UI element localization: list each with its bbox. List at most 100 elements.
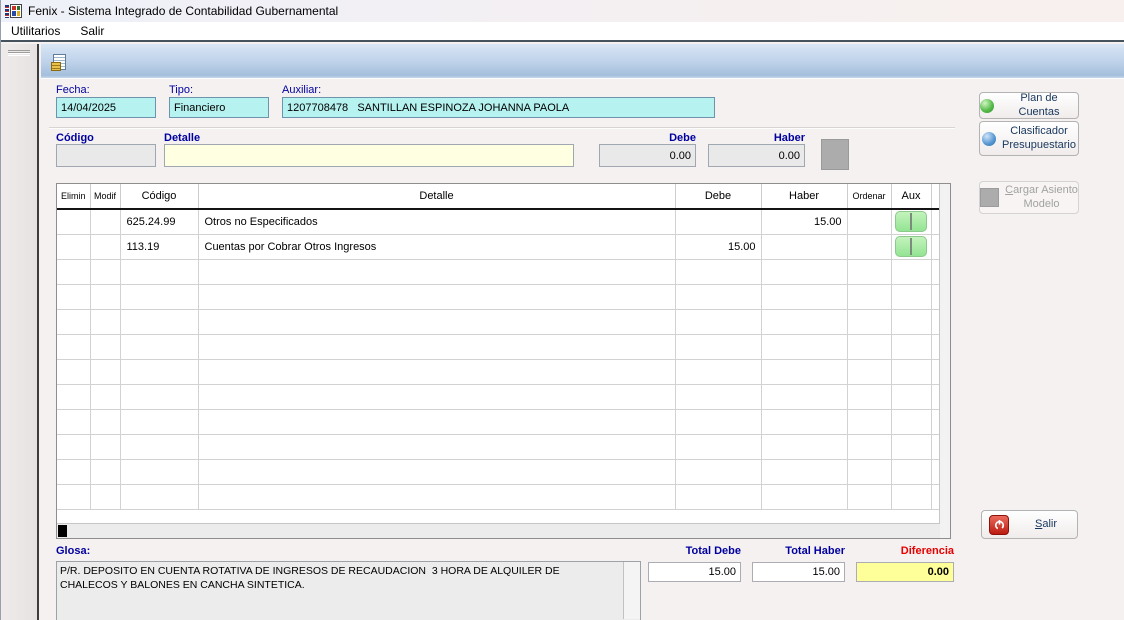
- grid-empty-cell: [931, 259, 939, 284]
- grid-empty-cell: [761, 459, 847, 484]
- cell-codigo[interactable]: 113.19: [120, 234, 198, 259]
- cell-aux: [891, 234, 931, 259]
- tipo-label: Tipo:: [169, 84, 193, 96]
- grid-empty-cell: [847, 309, 891, 334]
- glosa-textarea[interactable]: P/R. DEPOSITO EN CUENTA ROTATIVA DE INGR…: [56, 561, 641, 620]
- grid-empty-cell: [761, 409, 847, 434]
- grid-empty-row: [57, 309, 939, 334]
- green-sphere-icon: [980, 99, 994, 113]
- cell-codigo[interactable]: 625.24.99: [120, 209, 198, 234]
- detalle-input[interactable]: [164, 144, 574, 167]
- grid-empty-cell: [931, 359, 939, 384]
- grid-empty-cell: [931, 459, 939, 484]
- grid-empty-cell: [847, 384, 891, 409]
- aux-button[interactable]: [895, 236, 927, 257]
- grid-empty-row: [57, 384, 939, 409]
- cell-detalle[interactable]: Otros no Especificados: [198, 209, 675, 234]
- cell-debe[interactable]: [675, 209, 761, 234]
- grid-header-row: Elimin Modif Código Detalle Debe Haber O…: [57, 184, 939, 209]
- grid-empty-cell: [57, 259, 90, 284]
- clasificador-presupuestario-button[interactable]: Clasificador Presupuestario: [979, 121, 1079, 156]
- grid-empty-cell: [761, 384, 847, 409]
- grid-empty-cell: [120, 409, 198, 434]
- codigo-input[interactable]: [56, 144, 156, 167]
- grid-header-aux: Aux: [891, 184, 931, 209]
- grid-empty-cell: [57, 434, 90, 459]
- salir-button[interactable]: Salir: [981, 510, 1078, 539]
- toolbar: [41, 44, 1124, 78]
- debe-input[interactable]: [599, 144, 696, 167]
- cargar-asiento-modelo-button[interactable]: Cargar Asiento Modelo: [979, 181, 1079, 214]
- cell-elimin[interactable]: [57, 234, 90, 259]
- cell-haber[interactable]: 15.00: [761, 209, 847, 234]
- grid-row: 625.24.99 Otros no Especificados 15.00: [57, 209, 939, 234]
- copy-voucher-button[interactable]: [47, 50, 71, 74]
- plan-de-cuentas-button[interactable]: Plan de Cuentas: [979, 92, 1079, 119]
- menubar: Utilitarios Salir: [1, 22, 1124, 42]
- grid-empty-cell: [847, 284, 891, 309]
- grid-empty-cell: [90, 384, 120, 409]
- cell-modif[interactable]: [90, 209, 120, 234]
- grid-empty-cell: [57, 359, 90, 384]
- cell-haber[interactable]: [761, 234, 847, 259]
- grid-empty-row: [57, 434, 939, 459]
- grid-empty-cell: [90, 334, 120, 359]
- grid-body: 625.24.99 Otros no Especificados 15.00: [57, 209, 939, 509]
- app-window: Fenix - Sistema Integrado de Contabilida…: [0, 0, 1124, 620]
- grid-empty-cell: [847, 484, 891, 509]
- grid-empty-cell: [847, 359, 891, 384]
- cell-ordenar[interactable]: [847, 209, 891, 234]
- grid-empty-cell: [931, 284, 939, 309]
- grid-empty-cell: [120, 484, 198, 509]
- grid-empty-cell: [198, 434, 675, 459]
- grid-empty-cell: [891, 359, 931, 384]
- left-splitter-panel: [1, 44, 39, 620]
- cell-elimin[interactable]: [57, 209, 90, 234]
- grid-empty-row: [57, 484, 939, 509]
- grid-empty-row: [57, 334, 939, 359]
- fecha-input[interactable]: [56, 97, 156, 118]
- note-icon: [910, 213, 912, 230]
- cell-stub: [931, 209, 939, 234]
- menu-item-salir[interactable]: Salir: [70, 22, 114, 40]
- grid-empty-cell: [847, 334, 891, 359]
- cell-ordenar[interactable]: [847, 234, 891, 259]
- grid-empty-cell: [891, 434, 931, 459]
- grid-horizontal-scrollbar[interactable]: [57, 523, 940, 538]
- grid-empty-cell: [90, 309, 120, 334]
- glosa-scrollbar[interactable]: [623, 562, 640, 619]
- menu-item-utilitarios[interactable]: Utilitarios: [1, 22, 70, 40]
- grid-table: Elimin Modif Código Detalle Debe Haber O…: [57, 184, 940, 510]
- grid-empty-cell: [761, 284, 847, 309]
- grid-empty-cell: [198, 259, 675, 284]
- aux-button[interactable]: [895, 211, 927, 232]
- grid-vertical-scrollbar[interactable]: [939, 184, 950, 538]
- grid-empty-cell: [57, 409, 90, 434]
- cell-debe[interactable]: 15.00: [675, 234, 761, 259]
- grid-empty-cell: [90, 409, 120, 434]
- grid-empty-cell: [675, 284, 761, 309]
- haber-input[interactable]: [708, 144, 805, 167]
- gray-square-icon: [980, 188, 999, 207]
- grid-empty-cell: [120, 334, 198, 359]
- grid-empty-cell: [90, 359, 120, 384]
- grid-header-stub: [931, 184, 939, 209]
- horizontal-scroll-thumb[interactable]: [58, 525, 67, 537]
- grid-empty-row: [57, 284, 939, 309]
- salir-label: Salir: [1015, 518, 1077, 532]
- splitter-grip[interactable]: [8, 50, 30, 56]
- document-copy-icon: [53, 54, 66, 70]
- power-icon: [989, 515, 1009, 535]
- plan-de-cuentas-label: Plan de Cuentas: [1000, 92, 1078, 120]
- auxiliar-input[interactable]: [282, 97, 715, 118]
- cell-aux: [891, 209, 931, 234]
- tipo-input[interactable]: [169, 97, 269, 118]
- cell-detalle[interactable]: Cuentas por Cobrar Otros Ingresos: [198, 234, 675, 259]
- grid-empty-cell: [931, 434, 939, 459]
- grid-empty-cell: [198, 409, 675, 434]
- grid-empty-cell: [120, 459, 198, 484]
- cell-modif[interactable]: [90, 234, 120, 259]
- grid-empty-cell: [90, 459, 120, 484]
- grid-empty-cell: [198, 459, 675, 484]
- add-line-button[interactable]: [821, 139, 849, 170]
